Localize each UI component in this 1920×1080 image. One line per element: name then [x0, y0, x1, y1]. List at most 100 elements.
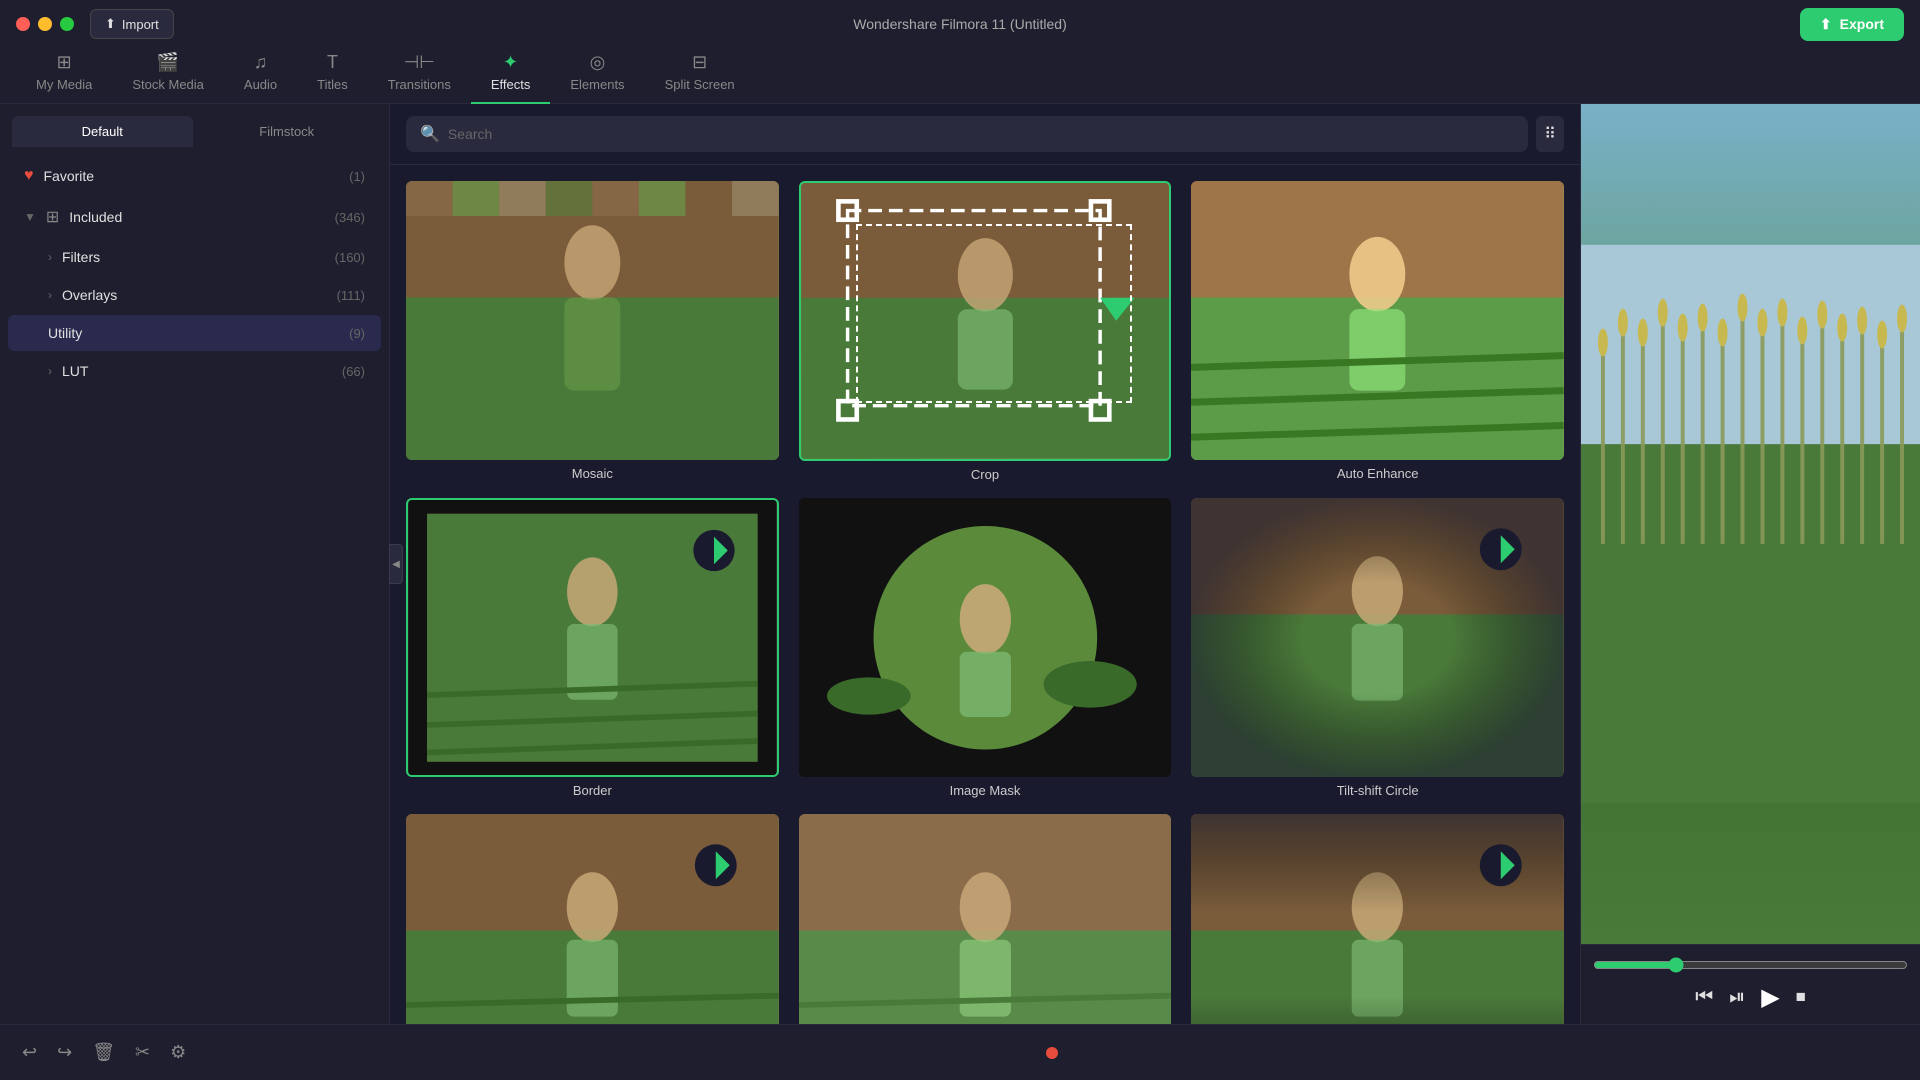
redo-button[interactable]: ↪ — [51, 1036, 78, 1069]
nav-tabs: ⊞ My Media 🎬 Stock Media ♫ Audio T Title… — [0, 48, 1920, 104]
audio-icon: ♫ — [254, 52, 268, 73]
import-label: Import — [122, 17, 159, 32]
effect-crop-label: Crop — [799, 467, 1172, 482]
stop-button[interactable]: ⏹ — [1796, 986, 1806, 1009]
play-button[interactable]: ▶ — [1761, 983, 1779, 1012]
title-bar: ⬆ Import Wondershare Filmora 11 (Untitle… — [0, 0, 1920, 48]
effect-mosaic-thumbnail — [406, 181, 779, 460]
stock-media-icon: 🎬 — [157, 52, 179, 73]
tab-audio[interactable]: ♫ Audio — [224, 46, 297, 104]
preview-panel: ⏮ ⏯ ▶ ⏹ — [1580, 104, 1920, 1024]
minimize-button[interactable] — [38, 17, 52, 31]
search-icon: 🔍 — [420, 124, 440, 144]
effect-tilt-shift-circle[interactable]: Tilt-shift Circle — [1191, 498, 1564, 799]
effect-tilt-shift-circle-label: Tilt-shift Circle — [1191, 783, 1564, 798]
search-input[interactable] — [448, 126, 1514, 142]
sidebar-item-included-count: (346) — [335, 210, 365, 225]
main-area: Default Filmstock ♥ Favorite (1) ▼ ⊞ Inc… — [0, 104, 1920, 1024]
sidebar-collapse-arrow[interactable]: ◀ — [389, 544, 403, 584]
tab-stock-media[interactable]: 🎬 Stock Media — [112, 46, 224, 104]
effect-tilt-shift-linear[interactable]: Tilt-shift Linear — [1191, 814, 1564, 1024]
tab-effects-label: Effects — [491, 77, 531, 92]
sidebar-item-overlays[interactable]: › Overlays (111) — [8, 277, 381, 313]
effect-border-thumbnail — [406, 498, 779, 777]
tab-elements-label: Elements — [570, 77, 624, 92]
tab-titles[interactable]: T Titles — [297, 46, 368, 104]
import-icon: ⬆ — [105, 16, 116, 32]
effects-grid: Mosaic — [390, 165, 1580, 1024]
step-back-button[interactable]: ⏮ — [1695, 986, 1713, 1009]
effect-image-mask-label: Image Mask — [799, 783, 1172, 798]
sidebar-item-utility[interactable]: Utility (9) — [8, 315, 381, 351]
effect-image-mask-thumbnail — [799, 498, 1172, 778]
preview-controls: ⏮ ⏯ ▶ ⏹ — [1581, 944, 1920, 1024]
adjust-button[interactable]: ⚙ — [164, 1036, 192, 1069]
close-button[interactable] — [16, 17, 30, 31]
undo-button[interactable]: ↩ — [16, 1036, 43, 1069]
effect-face-off[interactable]: Face-off — [799, 814, 1172, 1024]
maximize-button[interactable] — [60, 17, 74, 31]
sidebar-item-filters[interactable]: › Filters (160) — [8, 239, 381, 275]
effect-auto-enhance-label: Auto Enhance — [1191, 466, 1564, 481]
sidebar-item-favorite[interactable]: ♥ Favorite (1) — [8, 157, 381, 195]
effect-face-off-thumbnail — [799, 814, 1172, 1024]
window-controls — [16, 17, 74, 31]
search-input-wrapper: 🔍 — [406, 116, 1528, 152]
tab-stock-media-label: Stock Media — [132, 77, 204, 92]
effect-mosaic-label: Mosaic — [406, 466, 779, 481]
titles-icon: T — [327, 52, 338, 73]
play-pause-button[interactable]: ⏯ — [1729, 986, 1745, 1009]
tab-effects[interactable]: ✦ Effects — [471, 46, 551, 104]
effect-crop[interactable]: Crop — [799, 181, 1172, 482]
tab-split-screen-label: Split Screen — [665, 77, 735, 92]
effect-border-label: Border — [406, 783, 779, 798]
sidebar-item-filters-label: Filters — [62, 249, 325, 265]
bottom-toolbar: ↩ ↪ 🗑 ✂ ⚙ — [0, 1024, 1920, 1080]
search-bar: 🔍 ⠿ — [390, 104, 1580, 165]
sidebar-item-utility-count: (9) — [349, 326, 365, 341]
cut-button[interactable]: ✂ — [129, 1036, 156, 1069]
tab-split-screen[interactable]: ⊟ Split Screen — [645, 46, 755, 104]
expand-overlays-icon: › — [48, 288, 52, 302]
included-icon: ⊞ — [46, 207, 59, 227]
preview-image — [1581, 104, 1920, 944]
tab-transitions[interactable]: ⊣⊢ Transitions — [368, 46, 471, 104]
tab-transitions-label: Transitions — [388, 77, 451, 92]
effect-shape-mask[interactable]: Shape Mask — [406, 814, 779, 1024]
transitions-icon: ⊣⊢ — [404, 52, 435, 73]
timeline-slider[interactable] — [1593, 957, 1908, 973]
effect-mosaic[interactable]: Mosaic — [406, 181, 779, 482]
sidebar-tab-default[interactable]: Default — [12, 116, 193, 147]
export-button[interactable]: ⬆ Export — [1800, 8, 1904, 41]
sidebar-item-included[interactable]: ▼ ⊞ Included (346) — [8, 197, 381, 237]
effect-auto-enhance[interactable]: Auto Enhance — [1191, 181, 1564, 482]
delete-button[interactable]: 🗑 — [86, 1036, 121, 1069]
favorite-icon: ♥ — [24, 167, 34, 185]
tab-my-media-label: My Media — [36, 77, 92, 92]
effect-shape-mask-thumbnail — [406, 814, 779, 1024]
sidebar-item-favorite-label: Favorite — [44, 168, 340, 184]
sidebar-item-lut-count: (66) — [342, 364, 365, 379]
tab-my-media[interactable]: ⊞ My Media — [16, 46, 112, 104]
export-icon: ⬆ — [1820, 16, 1832, 33]
sidebar-tab-filmstock[interactable]: Filmstock — [197, 116, 378, 147]
expand-lut-icon: › — [48, 364, 52, 378]
expand-filters-icon: › — [48, 250, 52, 264]
sidebar-items: ♥ Favorite (1) ▼ ⊞ Included (346) › Filt… — [0, 147, 389, 1024]
export-label: Export — [1840, 16, 1884, 32]
tab-elements[interactable]: ◎ Elements — [550, 46, 644, 104]
effect-crop-thumbnail — [799, 181, 1172, 461]
sidebar-item-included-label: Included — [69, 209, 324, 225]
effect-auto-enhance-thumbnail — [1191, 181, 1564, 460]
effect-image-mask[interactable]: Image Mask — [799, 498, 1172, 799]
grid-toggle-button[interactable]: ⠿ — [1536, 116, 1564, 152]
import-button[interactable]: ⬆ Import — [90, 9, 174, 39]
sidebar: Default Filmstock ♥ Favorite (1) ▼ ⊞ Inc… — [0, 104, 390, 1024]
sidebar-item-filters-count: (160) — [335, 250, 365, 265]
content-area: 🔍 ⠿ — [390, 104, 1580, 1024]
sidebar-tabs: Default Filmstock — [0, 104, 389, 147]
record-indicator — [1046, 1047, 1058, 1059]
effect-border[interactable]: Border — [406, 498, 779, 799]
sidebar-item-lut[interactable]: › LUT (66) — [8, 353, 381, 389]
effect-tilt-shift-linear-thumbnail — [1191, 814, 1564, 1024]
